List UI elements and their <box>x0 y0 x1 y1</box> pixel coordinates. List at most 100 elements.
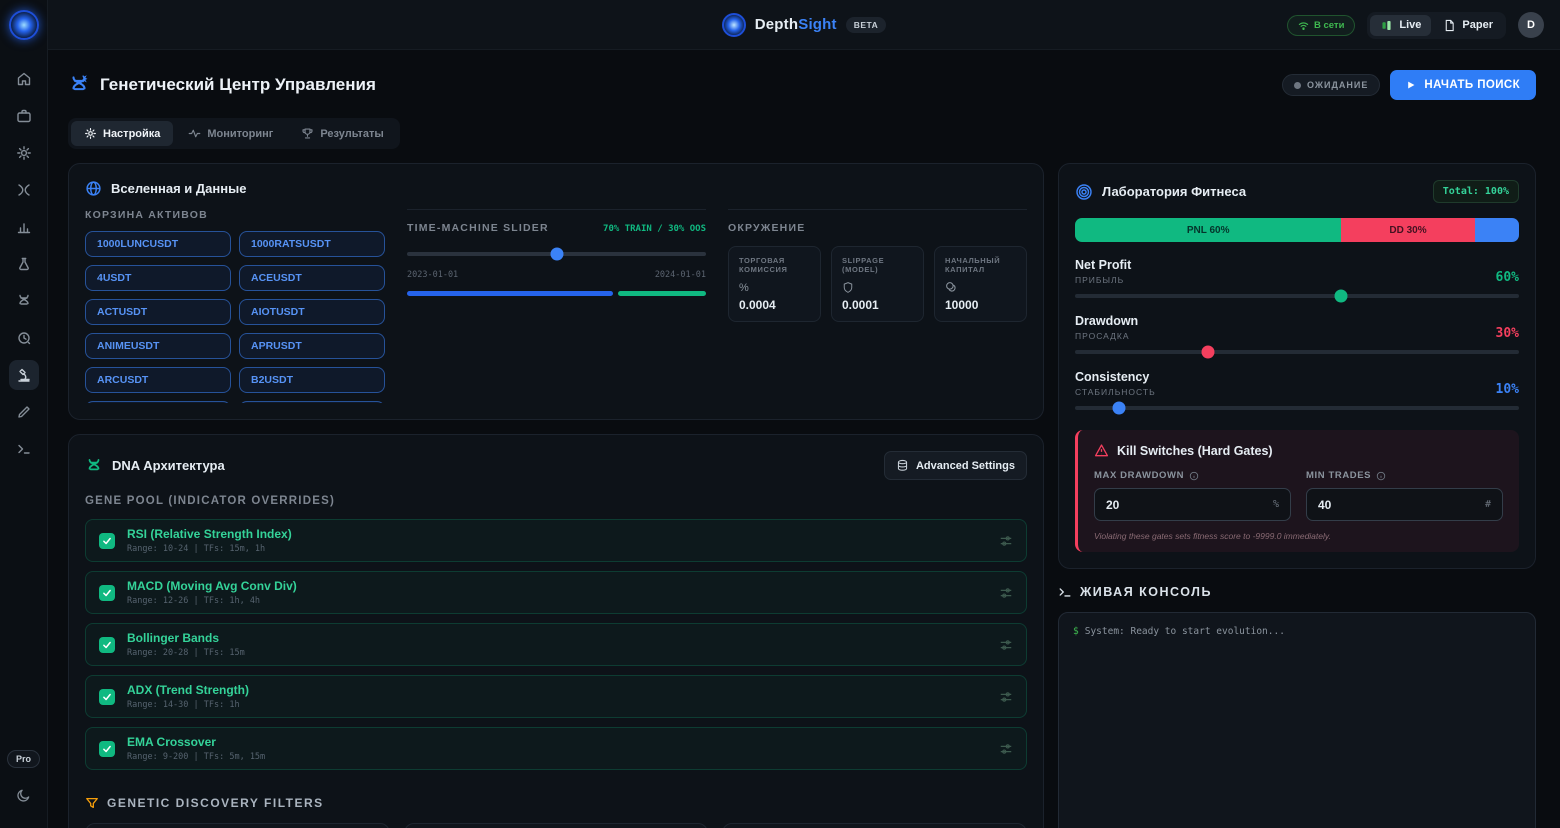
drawdown-thumb[interactable] <box>1202 346 1215 359</box>
start-search-button[interactable]: НАЧАТЬ ПОИСК <box>1390 70 1536 100</box>
tab-bar: Настройка Мониторинг Результаты <box>68 118 400 149</box>
dd-segment: DD 30% <box>1341 218 1474 242</box>
asset-button-partial[interactable] <box>85 401 231 403</box>
user-avatar[interactable]: D <box>1518 12 1544 38</box>
tune-icon[interactable] <box>999 534 1013 548</box>
advanced-settings-label: Advanced Settings <box>916 460 1015 472</box>
asset-button[interactable]: ARCUSDT <box>85 367 231 393</box>
sidebar-item-portfolio[interactable] <box>9 101 39 131</box>
tab-settings-label: Настройка <box>103 128 160 140</box>
mode-paper-button[interactable]: Paper <box>1433 15 1503 36</box>
date-start: 2023-01-01 <box>407 270 458 280</box>
bot-clock-icon <box>16 330 32 346</box>
gene-row-adx[interactable]: ADX (Trend Strength) Range: 14-30 | TFs:… <box>85 675 1027 718</box>
tune-icon[interactable] <box>999 638 1013 652</box>
time-machine-thumb[interactable] <box>550 248 563 261</box>
tune-icon[interactable] <box>999 586 1013 600</box>
content: Генетический Центр Управления ОЖИДАНИЕ Н… <box>48 50 1560 828</box>
online-status-label: В сети <box>1314 20 1344 31</box>
mode-live-label: Live <box>1399 19 1421 31</box>
asset-button[interactable]: ANIMEUSDT <box>85 333 231 359</box>
tab-settings[interactable]: Настройка <box>71 121 173 146</box>
gene-row-ema[interactable]: EMA Crossover Range: 9-200 | TFs: 5m, 15… <box>85 727 1027 770</box>
sidebar-item-analytics[interactable] <box>9 212 39 242</box>
asset-button[interactable]: 1000LUNCUSDT <box>85 231 231 257</box>
sidebar-item-research[interactable] <box>9 360 39 390</box>
warning-icon <box>1094 443 1109 458</box>
env-card-slippage: SLIPPAGE (MODEL) 0.0001 <box>831 246 924 322</box>
online-status-pill: В сети <box>1287 15 1355 36</box>
sidebar-item-settings[interactable] <box>9 138 39 168</box>
main-column: DepthSight BETA В сети Live Paper <box>48 0 1560 828</box>
asset-button[interactable]: ACTUSDT <box>85 299 231 325</box>
drawdown-slider-group: Drawdown ПРОСАДКА 30% <box>1075 314 1519 354</box>
shield-icon <box>842 281 913 294</box>
asset-button-partial[interactable] <box>239 401 385 403</box>
beta-badge: BETA <box>846 17 887 33</box>
app-logo[interactable] <box>0 0 47 50</box>
filters-title: GENETIC DISCOVERY FILTERS <box>107 796 324 810</box>
asset-button[interactable]: 4USDT <box>85 265 231 291</box>
drawdown-slider[interactable] <box>1075 350 1519 354</box>
time-machine-track[interactable] <box>407 252 706 256</box>
dna-title: DNA Архитектура <box>112 458 225 473</box>
net-profit-slider[interactable] <box>1075 294 1519 298</box>
fitness-title: Лаборатория Фитнеса <box>1102 184 1246 199</box>
advanced-settings-button[interactable]: Advanced Settings <box>884 451 1027 480</box>
gene-row-macd[interactable]: MACD (Moving Avg Conv Div) Range: 12-26 … <box>85 571 1027 614</box>
candles-icon <box>1380 19 1393 32</box>
time-machine-slider[interactable] <box>407 252 706 256</box>
net-profit-value: 60% <box>1496 270 1519 285</box>
pnl-segment: PNL 60% <box>1075 218 1341 242</box>
sidebar-item-strategies[interactable] <box>9 175 39 205</box>
microscope-icon <box>16 367 32 383</box>
consistency-thumb[interactable] <box>1113 402 1126 415</box>
train-oos-bar <box>407 291 706 296</box>
sidebar-bottom: Pro <box>7 750 40 828</box>
dna-strand-icon <box>16 293 32 309</box>
asset-button[interactable]: 1000RATSUSDT <box>239 231 385 257</box>
brand: DepthSight BETA <box>722 13 887 37</box>
consistency-slider[interactable] <box>1075 406 1519 410</box>
info-icon <box>1189 471 1199 481</box>
sidebar-item-home[interactable] <box>9 64 39 94</box>
dna-title-icon <box>68 74 90 96</box>
console-title: ЖИВАЯ КОНСОЛЬ <box>1080 585 1212 599</box>
sidebar-item-genetics[interactable] <box>9 286 39 316</box>
sidebar-item-journal[interactable] <box>9 397 39 427</box>
sidebar-item-lab[interactable] <box>9 249 39 279</box>
consistency-value: 10% <box>1496 382 1519 397</box>
min-trades-input[interactable]: 40 # <box>1306 488 1503 521</box>
target-icon <box>1075 183 1093 201</box>
asset-button[interactable]: ACEUSDT <box>239 265 385 291</box>
gene-row-rsi[interactable]: RSI (Relative Strength Index) Range: 10-… <box>85 519 1027 562</box>
sidebar-item-terminal[interactable] <box>9 434 39 464</box>
gene-checkbox[interactable] <box>99 689 115 705</box>
gene-row-bollinger[interactable]: Bollinger Bands Range: 20-28 | TFs: 15m <box>85 623 1027 666</box>
gene-checkbox[interactable] <box>99 533 115 549</box>
commission-value: 0.0004 <box>739 298 810 312</box>
flask-icon <box>16 256 32 272</box>
gear-icon <box>16 145 32 161</box>
tab-results[interactable]: Результаты <box>288 121 396 146</box>
max-drawdown-input[interactable]: 20 % <box>1094 488 1291 521</box>
gene-checkbox[interactable] <box>99 637 115 653</box>
status-badge: ОЖИДАНИЕ <box>1282 74 1380 96</box>
gene-checkbox[interactable] <box>99 585 115 601</box>
net-profit-thumb[interactable] <box>1335 290 1348 303</box>
gene-checkbox[interactable] <box>99 741 115 757</box>
tune-icon[interactable] <box>999 742 1013 756</box>
tune-icon[interactable] <box>999 690 1013 704</box>
theme-toggle[interactable] <box>8 780 38 810</box>
page-header: Генетический Центр Управления ОЖИДАНИЕ Н… <box>68 70 1536 100</box>
asset-button[interactable]: B2USDT <box>239 367 385 393</box>
asset-list[interactable]: 1000LUNCUSDT 1000RATSUSDT 4USDT ACEUSDT … <box>85 231 385 403</box>
asset-basket-label: КОРЗИНА АКТИВОВ <box>85 209 385 221</box>
asset-button[interactable]: AIOTUSDT <box>239 299 385 325</box>
sidebar-item-bot[interactable] <box>9 323 39 353</box>
info-icon <box>1376 471 1386 481</box>
mode-live-button[interactable]: Live <box>1370 15 1431 36</box>
asset-button[interactable]: APRUSDT <box>239 333 385 359</box>
tab-monitoring[interactable]: Мониторинг <box>175 121 286 146</box>
mode-paper-label: Paper <box>1462 19 1493 31</box>
